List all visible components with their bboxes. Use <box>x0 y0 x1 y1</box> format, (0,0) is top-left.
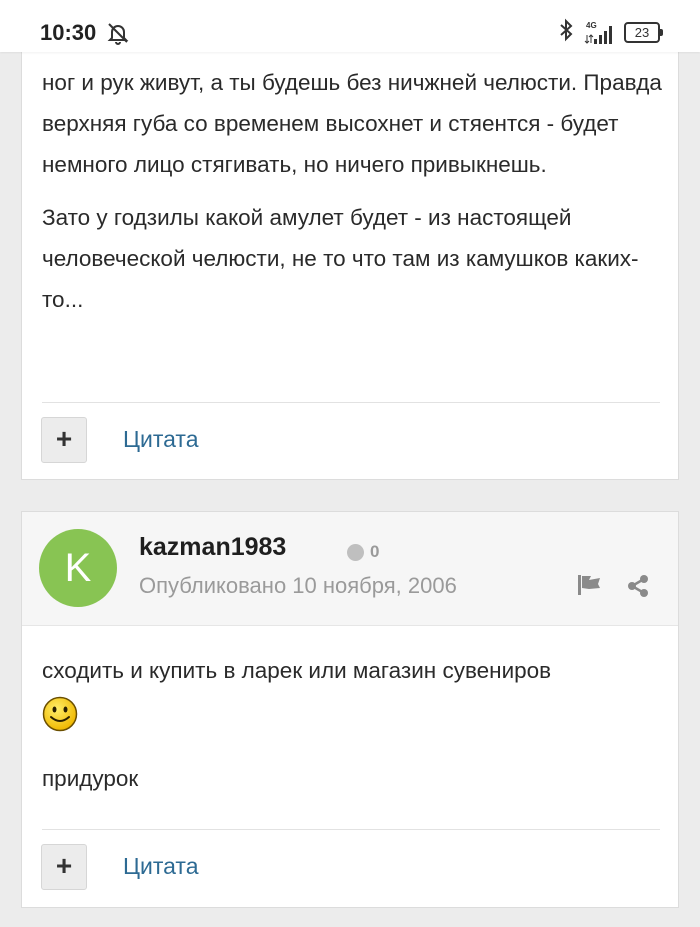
status-bar: 10:30 4G 23 <box>0 0 700 52</box>
divider <box>42 829 660 830</box>
post-card: ног и рук живут, а ты будешь без ничжней… <box>21 0 679 480</box>
author-name[interactable]: kazman1983 <box>139 533 286 562</box>
signal-icon: 4G <box>584 21 614 45</box>
status-time: 10:30 <box>40 20 97 45</box>
post-body: ног и рук живут, а ты будешь без ничжней… <box>42 62 672 320</box>
plus-button[interactable]: + <box>41 844 87 890</box>
share-icon[interactable] <box>626 574 650 603</box>
post-paragraph: придурок <box>42 766 139 791</box>
post-body: сходить и купить в ларек или магазин сув… <box>42 650 672 691</box>
post-body: придурок <box>42 758 672 799</box>
battery-icon: 23 <box>624 22 663 43</box>
flag-icon[interactable] <box>577 574 603 601</box>
notifications-off-icon <box>106 21 130 50</box>
quote-link[interactable]: Цитата <box>123 426 199 453</box>
reputation-count: 0 <box>370 542 380 561</box>
avatar[interactable]: K <box>39 529 117 607</box>
quote-link[interactable]: Цитата <box>123 853 199 880</box>
post-card: K kazman1983 0 Опубликовано 10 ноября, 2… <box>21 511 679 908</box>
post-paragraph: Зато у годзилы какой амулет будет - из н… <box>42 205 639 312</box>
bluetooth-icon <box>558 18 574 47</box>
divider <box>42 402 660 403</box>
post-date: Опубликовано 10 ноября, 2006 <box>139 573 457 598</box>
plus-button[interactable]: + <box>41 417 87 463</box>
smiley-icon <box>42 696 78 737</box>
reputation-dot-icon <box>347 543 364 561</box>
post-paragraph: ног и рук живут, а ты будешь без ничжней… <box>42 70 662 177</box>
reputation-badge: 0 <box>347 542 379 562</box>
post-paragraph: сходить и купить в ларек или магазин сув… <box>42 658 552 683</box>
post-header: K kazman1983 0 Опубликовано 10 ноября, 2… <box>22 512 678 626</box>
